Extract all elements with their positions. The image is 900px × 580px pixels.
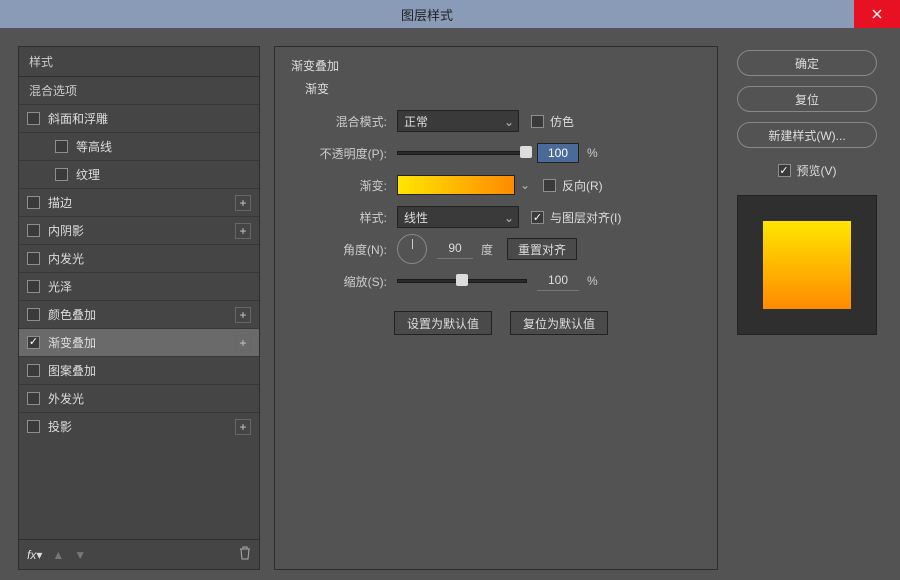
move-up-icon[interactable]: ▲ — [52, 548, 64, 562]
style-item[interactable]: 外发光 — [19, 384, 259, 412]
opacity-label: 不透明度(P): — [301, 145, 397, 162]
style-checkbox[interactable] — [27, 420, 40, 433]
reverse-checkbox[interactable] — [543, 179, 556, 192]
style-item-label: 等高线 — [76, 138, 112, 155]
style-checkbox[interactable] — [27, 336, 40, 349]
style-item-label: 纹理 — [76, 166, 100, 183]
opacity-unit: % — [587, 146, 598, 160]
options-panel: 渐变叠加 渐变 混合模式: 正常 ⌄ 仿色 不透明度(P): 100 % 渐变: — [274, 46, 718, 570]
align-label: 与图层对齐(I) — [550, 209, 621, 226]
scale-slider[interactable] — [397, 279, 527, 283]
new-style-button[interactable]: 新建样式(W)... — [737, 122, 877, 148]
style-item-label: 内阴影 — [48, 222, 84, 239]
style-item[interactable]: 光泽 — [19, 272, 259, 300]
close-icon — [872, 9, 882, 19]
chevron-down-icon: ⌄ — [504, 115, 514, 129]
reset-default-button[interactable]: 复位为默认值 — [510, 311, 608, 335]
style-item[interactable]: 斜面和浮雕 — [19, 104, 259, 132]
styles-panel: 样式 混合选项 斜面和浮雕等高线纹理描边 + 内阴影 + 内发光光泽颜色叠加 + 渐变叠加 +… — [18, 46, 260, 570]
add-effect-button[interactable]: + — [235, 195, 251, 211]
style-item-label: 投影 — [48, 418, 72, 435]
style-item-label: 光泽 — [48, 278, 72, 295]
window-title: 图层样式 — [0, 5, 854, 24]
align-checkbox[interactable] — [531, 211, 544, 224]
style-item[interactable]: 纹理 — [19, 160, 259, 188]
add-effect-button[interactable]: + — [235, 223, 251, 239]
make-default-button[interactable]: 设置为默认值 — [394, 311, 492, 335]
style-checkbox[interactable] — [27, 112, 40, 125]
chevron-down-icon: ⌄ — [504, 211, 514, 225]
close-button[interactable] — [854, 0, 900, 28]
style-checkbox[interactable] — [27, 252, 40, 265]
style-checkbox[interactable] — [27, 196, 40, 209]
style-checkbox[interactable] — [27, 280, 40, 293]
style-item-label: 图案叠加 — [48, 362, 96, 379]
style-item[interactable]: 投影 + — [19, 412, 259, 440]
style-item-label: 内发光 — [48, 250, 84, 267]
style-item-label: 渐变叠加 — [48, 334, 96, 351]
style-checkbox[interactable] — [27, 364, 40, 377]
add-effect-button[interactable]: + — [235, 419, 251, 435]
style-item[interactable]: 等高线 — [19, 132, 259, 160]
style-checkbox[interactable] — [27, 392, 40, 405]
section-title: 渐变叠加 — [291, 57, 701, 74]
style-item[interactable]: 内阴影 + — [19, 216, 259, 244]
style-item[interactable]: 图案叠加 — [19, 356, 259, 384]
styles-header: 样式 — [19, 47, 259, 76]
style-item[interactable]: 渐变叠加 + — [19, 328, 259, 356]
trash-icon[interactable] — [239, 546, 251, 563]
scale-label: 缩放(S): — [301, 273, 397, 290]
style-item[interactable]: 描边 + — [19, 188, 259, 216]
blend-mode-label: 混合模式: — [301, 113, 397, 130]
blend-mode-select[interactable]: 正常 ⌄ — [397, 110, 519, 132]
group-title: 渐变 — [305, 80, 701, 97]
preview-box — [737, 195, 877, 335]
style-label: 样式: — [301, 209, 397, 226]
cancel-button[interactable]: 复位 — [737, 86, 877, 112]
dialog-body: 样式 混合选项 斜面和浮雕等高线纹理描边 + 内阴影 + 内发光光泽颜色叠加 + 渐变叠加 +… — [0, 28, 900, 580]
opacity-slider[interactable] — [397, 151, 527, 155]
titlebar: 图层样式 — [0, 0, 900, 28]
style-select[interactable]: 线性 ⌄ — [397, 206, 519, 228]
reset-align-button[interactable]: 重置对齐 — [507, 238, 577, 260]
styles-footer: fx▾ ▲ ▼ — [19, 539, 259, 569]
fx-menu[interactable]: fx▾ — [27, 548, 42, 562]
ok-button[interactable]: 确定 — [737, 50, 877, 76]
angle-dial[interactable] — [397, 234, 427, 264]
gradient-label: 渐变: — [301, 177, 397, 194]
gradient-swatch[interactable]: ⌄ — [397, 175, 515, 195]
blend-options-header[interactable]: 混合选项 — [19, 76, 259, 104]
preview-label: 预览(V) — [797, 162, 837, 179]
style-item-label: 描边 — [48, 194, 72, 211]
style-item-label: 外发光 — [48, 390, 84, 407]
dither-checkbox[interactable] — [531, 115, 544, 128]
angle-label: 角度(N): — [301, 241, 397, 258]
chevron-down-icon[interactable]: ⌄ — [520, 178, 530, 192]
add-effect-button[interactable]: + — [235, 335, 251, 351]
action-panel: 确定 复位 新建样式(W)... 预览(V) — [732, 46, 882, 570]
move-down-icon[interactable]: ▼ — [74, 548, 86, 562]
add-effect-button[interactable]: + — [235, 307, 251, 323]
dither-label: 仿色 — [550, 113, 574, 130]
style-item[interactable]: 颜色叠加 + — [19, 300, 259, 328]
style-checkbox[interactable] — [27, 224, 40, 237]
style-item-label: 颜色叠加 — [48, 306, 96, 323]
scale-unit: % — [587, 274, 598, 288]
reverse-label: 反向(R) — [562, 177, 603, 194]
scale-input[interactable]: 100 — [537, 271, 579, 291]
style-checkbox[interactable] — [55, 168, 68, 181]
angle-input[interactable]: 90 — [437, 239, 473, 259]
style-checkbox[interactable] — [27, 308, 40, 321]
preview-checkbox[interactable] — [778, 164, 791, 177]
style-checkbox[interactable] — [55, 140, 68, 153]
style-item-label: 斜面和浮雕 — [48, 110, 108, 127]
angle-unit: 度 — [481, 241, 493, 258]
opacity-input[interactable]: 100 — [537, 143, 579, 163]
style-item[interactable]: 内发光 — [19, 244, 259, 272]
preview-swatch — [763, 221, 851, 309]
